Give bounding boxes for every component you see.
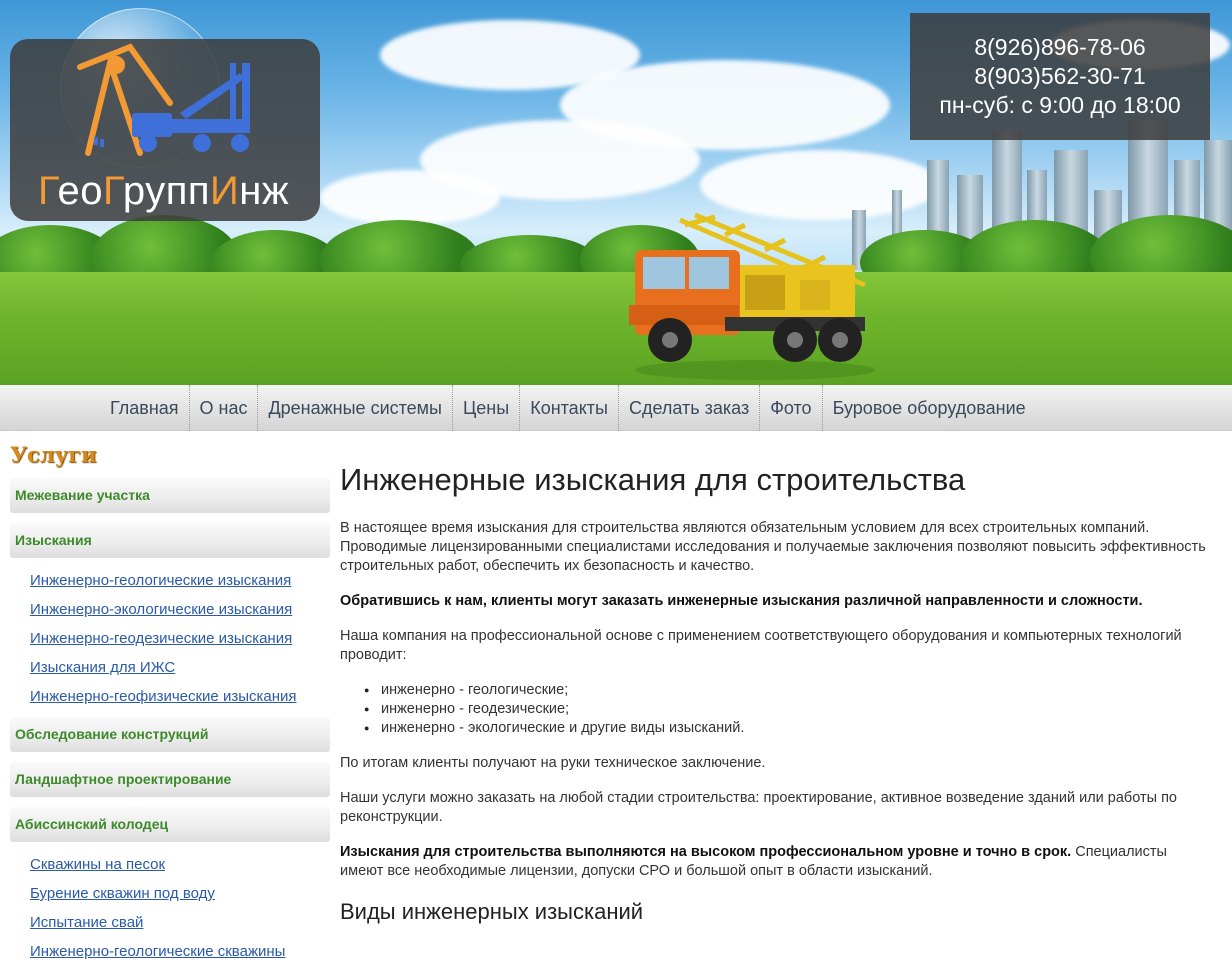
sidebar-link-water-drilling[interactable]: Бурение скважин под воду	[30, 885, 215, 902]
section-heading: Виды инженерных изысканий	[340, 899, 644, 924]
nav-drilling-equipment[interactable]: Буровое оборудование	[821, 385, 1036, 431]
page-title: Инженерные изыскания для строительства	[340, 462, 966, 497]
sidebar-category-landscape[interactable]: Ландшафтное проектирование	[10, 762, 330, 797]
main-navigation: Главная О нас Дренажные системы Цены Кон…	[0, 385, 1232, 431]
services-sidebar: Услуги Межевание участка Изыскания Инжен…	[10, 440, 330, 972]
sidebar-link-geological[interactable]: Инженерно-геологические изыскания	[30, 572, 291, 589]
order-highlight: Обратившись к нам, клиенты могут заказат…	[340, 593, 1143, 609]
quality-highlight: Изыскания для строительства выполняются …	[340, 844, 1072, 860]
list-item: Испытание свай	[10, 908, 330, 937]
nav-photo[interactable]: Фото	[759, 385, 821, 431]
list-item: Инженерно-геологические изыскания	[10, 566, 330, 595]
list-item: Инженерно-геодезические изыскания	[10, 624, 330, 653]
sidebar-link-geodetic[interactable]: Инженерно-геодезические изыскания	[30, 630, 292, 647]
conclusion-paragraph: По итогам клиенты получают на руки техни…	[340, 755, 766, 771]
services-intro: Наша компания на профессиональной основе…	[340, 628, 1182, 663]
list-item: инженерно - экологические и другие виды …	[364, 719, 1210, 738]
list-item: Инженерно-геофизические изыскания	[10, 682, 330, 711]
drilling-truck-image	[629, 212, 875, 380]
phone-number-2[interactable]: 8(903)562-30-71	[910, 62, 1210, 91]
list-item: Инженерно-геологические скважины	[10, 937, 330, 966]
well-submenu: Скважины на песок Бурение скважин под во…	[10, 850, 330, 966]
nav-contacts[interactable]: Контакты	[519, 385, 618, 431]
list-item: инженерно - геологические;	[364, 681, 1210, 700]
survey-types-list: инженерно - геологические; инженерно - г…	[364, 681, 1210, 738]
drilling-rig-logo-icon	[77, 43, 250, 156]
logo[interactable]: ГеоГруппИнж	[10, 39, 320, 221]
list-item: Скважины на песок	[10, 850, 330, 879]
nav-about[interactable]: О нас	[188, 385, 258, 431]
sidebar-title: Услуги	[10, 442, 97, 467]
sidebar-link-sand-wells[interactable]: Скважины на песок	[30, 856, 165, 873]
header-banner: ГеоГруппИнж 8(926)896-78-06 8(903)562-30…	[0, 0, 1232, 385]
sidebar-category-inspection[interactable]: Обследование конструкций	[10, 717, 330, 752]
intro-paragraph: В настоящее время изыскания для строител…	[340, 520, 1206, 574]
list-item: Изыскания для ИЖС	[10, 653, 330, 682]
grass-field	[0, 272, 1232, 385]
logo-wordmark: ГеоГруппИнж	[38, 169, 290, 213]
nav-home[interactable]: Главная	[100, 385, 189, 431]
research-submenu: Инженерно-геологические изыскания Инжене…	[10, 566, 330, 711]
list-item: Бурение скважин под воду	[10, 879, 330, 908]
main-content: Инженерные изыскания для строительства В…	[340, 458, 1210, 927]
sidebar-link-ecological[interactable]: Инженерно-экологические изыскания	[30, 601, 292, 618]
contact-panel: 8(926)896-78-06 8(903)562-30-71 пн-суб: …	[910, 13, 1210, 140]
stages-paragraph: Наши услуги можно заказать на любой стад…	[340, 790, 1177, 825]
list-item: инженерно - геодезические;	[364, 700, 1210, 719]
nav-prices[interactable]: Цены	[451, 385, 519, 431]
sidebar-category-surveying[interactable]: Межевание участка	[10, 478, 330, 513]
working-hours: пн-суб: с 9:00 до 18:00	[939, 92, 1181, 118]
sidebar-category-abyssinian-well[interactable]: Абиссинский колодец	[10, 807, 330, 842]
nav-order[interactable]: Сделать заказ	[617, 385, 759, 431]
phone-number-1[interactable]: 8(926)896-78-06	[910, 33, 1210, 62]
sidebar-link-izhs[interactable]: Изыскания для ИЖС	[30, 659, 175, 676]
sidebar-link-geological-wells[interactable]: Инженерно-геологические скважины	[30, 943, 285, 960]
sidebar-link-pile-testing[interactable]: Испытание свай	[30, 914, 143, 931]
nav-drainage[interactable]: Дренажные системы	[257, 385, 452, 431]
list-item: Инженерно-экологические изыскания	[10, 595, 330, 624]
sidebar-category-research[interactable]: Изыскания	[10, 523, 330, 558]
sidebar-link-geophysical[interactable]: Инженерно-геофизические изыскания	[30, 688, 297, 705]
quality-paragraph: Изыскания для строительства выполняются …	[340, 843, 1210, 881]
